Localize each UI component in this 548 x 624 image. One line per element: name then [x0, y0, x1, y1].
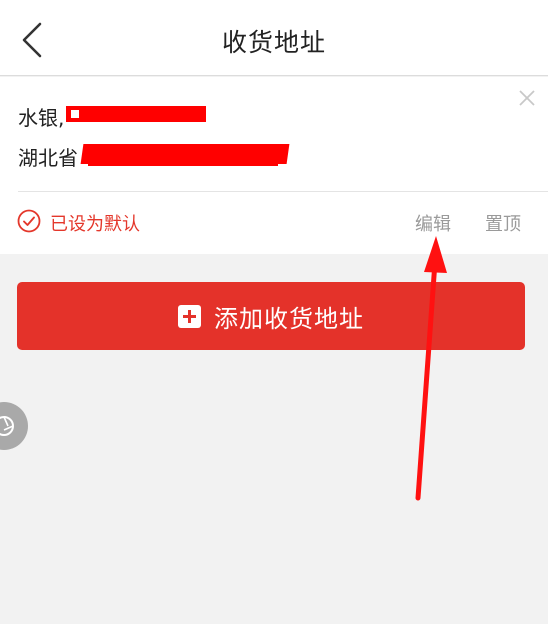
top-bar: 收货地址 [0, 0, 548, 76]
page-title: 收货地址 [221, 28, 326, 57]
recipient-address: 湖北省 [18, 146, 78, 170]
shutter-icon [0, 416, 14, 436]
pin-to-top-button[interactable]: 置顶 [485, 210, 521, 236]
add-address-label: 添加收货地址 [214, 304, 364, 333]
plus-square-icon [178, 304, 201, 328]
check-circle-icon [17, 209, 41, 233]
add-address-button[interactable]: 添加收货地址 [17, 282, 525, 350]
recipient-name: 水银, [18, 106, 65, 130]
close-icon[interactable] [518, 89, 536, 107]
address-card[interactable]: 水银, 湖北省 已设为默认 编辑 置顶 [0, 77, 548, 254]
edit-button[interactable]: 编辑 [415, 210, 451, 236]
address-redaction-lower [88, 157, 278, 166]
default-address-label[interactable]: 已设为默认 [50, 210, 140, 236]
phone-redaction [66, 106, 206, 122]
card-divider [18, 191, 548, 192]
floating-assistive-ball[interactable] [0, 402, 28, 450]
